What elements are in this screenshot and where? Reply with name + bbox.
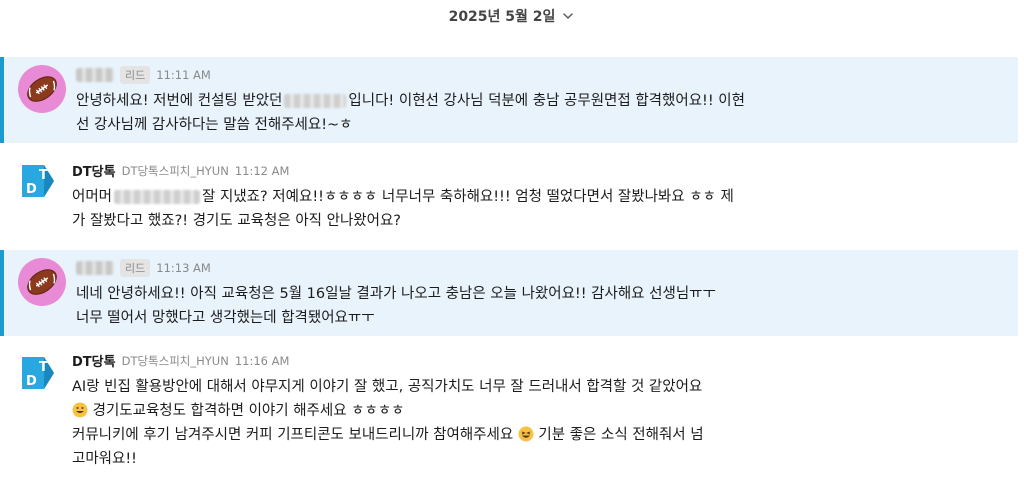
message-text: 너무 떨어서 망했다고 생각했는데 합격됐어요ㅠㅜ — [76, 310, 375, 326]
message-item[interactable]: T D DT당톡 DT당톡스피치_HYUN 11:12 AM 어머머 잘 지냈죠?… — [0, 153, 1018, 241]
avatar-letter: D — [26, 374, 37, 389]
sender-handle: DT당톡스피치_HYUN — [121, 353, 229, 368]
message-text: 가 잘봤다고 했죠?! 경기도 교육청은 아직 안나왔어요? — [72, 213, 401, 229]
dt-avatar[interactable]: T D — [14, 349, 62, 397]
message-text: 안녕하세요! 저번에 컨설팅 받았던 — [76, 93, 283, 109]
sender-name[interactable]: DT당톡 — [72, 161, 116, 180]
laughing-face-icon — [518, 426, 534, 442]
timestamp[interactable]: 11:13 AM — [156, 261, 211, 275]
message-text: 입니다! 이현선 강사님 덕분에 충남 공무원면접 합격했어요!! 이현 — [348, 93, 745, 109]
football-icon — [27, 269, 57, 295]
avatar-letter: T — [39, 360, 48, 375]
message-item[interactable]: 리드 11:13 AM 네네 안녕하세요!! 아직 교육청은 5월 16일날 결… — [0, 250, 1018, 336]
message-text: 기분 좋은 소식 전해줘서 넘 — [538, 427, 704, 443]
dt-avatar[interactable]: T D — [14, 157, 62, 205]
message-body: 네네 안녕하세요!! 아직 교육청은 5월 16일날 결과가 나오고 충남은 오… — [76, 282, 896, 330]
lead-avatar[interactable] — [18, 65, 66, 113]
timestamp[interactable]: 11:12 AM — [235, 164, 290, 178]
grinning-face-icon — [72, 402, 88, 418]
lead-avatar[interactable] — [18, 258, 66, 306]
sender-handle: DT당톡스피치_HYUN — [121, 163, 229, 178]
message-text: 어머머 — [72, 189, 113, 205]
message-header: 리드 11:11 AM — [76, 66, 211, 84]
date-jump-button[interactable]: 2025년 5월 2일 — [439, 4, 586, 28]
avatar-letter: T — [39, 168, 48, 183]
dt-logo-icon: T D — [22, 357, 54, 389]
message-body: 어머머 잘 지냈죠? 저예요!!ㅎㅎㅎㅎ 너무너무 축하해요!!! 엄청 떨었다면… — [72, 185, 892, 233]
message-item[interactable]: T D DT당톡 DT당톡스피치_HYUN 11:16 AM AI랑 빈집 활용… — [0, 345, 1018, 485]
dt-logo-icon: T D — [22, 165, 54, 197]
sender-name[interactable]: DT당톡 — [72, 351, 116, 370]
message-text: 커뮤니키에 후기 남겨주시면 커피 기프티콘도 보내드리니까 참여해주세요 — [72, 427, 514, 443]
redacted-name — [76, 68, 114, 82]
role-badge: 리드 — [120, 259, 151, 277]
message-text: 경기도교육청도 합격하면 이야기 해주세요 ㅎㅎㅎㅎ — [92, 403, 405, 419]
message-item[interactable]: 리드 11:11 AM 안녕하세요! 저번에 컨설팅 받았던 입니다! 이현선 강… — [0, 57, 1018, 143]
message-text: 고마워요!! — [72, 451, 137, 467]
message-header: DT당톡 DT당톡스피치_HYUN 11:12 AM — [72, 161, 290, 181]
redacted-name — [76, 261, 114, 275]
redacted-text — [284, 94, 347, 108]
redacted-text — [114, 190, 201, 204]
message-body: AI랑 빈집 활용방안에 대해서 야무지게 이야기 잘 했고, 공직가치도 너무… — [72, 375, 892, 471]
chevron-down-icon — [563, 13, 574, 19]
timestamp[interactable]: 11:11 AM — [156, 68, 211, 82]
message-text: 선 강사님께 감사하다는 말씀 전해주세요!~ㅎ — [76, 117, 353, 133]
date-divider: 2025년 5월 2일 — [0, 4, 1024, 28]
avatar-letter: D — [26, 182, 37, 197]
message-body: 안녕하세요! 저번에 컨설팅 받았던 입니다! 이현선 강사님 덕분에 충남 공무… — [76, 89, 896, 137]
football-icon — [27, 76, 57, 102]
message-text: AI랑 빈집 활용방안에 대해서 야무지게 이야기 잘 했고, 공직가치도 너무… — [72, 379, 703, 395]
message-header: DT당톡 DT당톡스피치_HYUN 11:16 AM — [72, 351, 290, 371]
message-text: 네네 안녕하세요!! 아직 교육청은 5월 16일날 결과가 나오고 충남은 오… — [76, 286, 716, 302]
message-text: 잘 지냈죠? 저예요!!ㅎㅎㅎㅎ 너무너무 축하해요!!! 엄청 떨었다면서 잘… — [202, 189, 734, 205]
role-badge: 리드 — [120, 66, 151, 84]
date-label: 2025년 5월 2일 — [448, 9, 556, 25]
message-header: 리드 11:13 AM — [76, 259, 211, 277]
timestamp[interactable]: 11:16 AM — [235, 354, 290, 368]
